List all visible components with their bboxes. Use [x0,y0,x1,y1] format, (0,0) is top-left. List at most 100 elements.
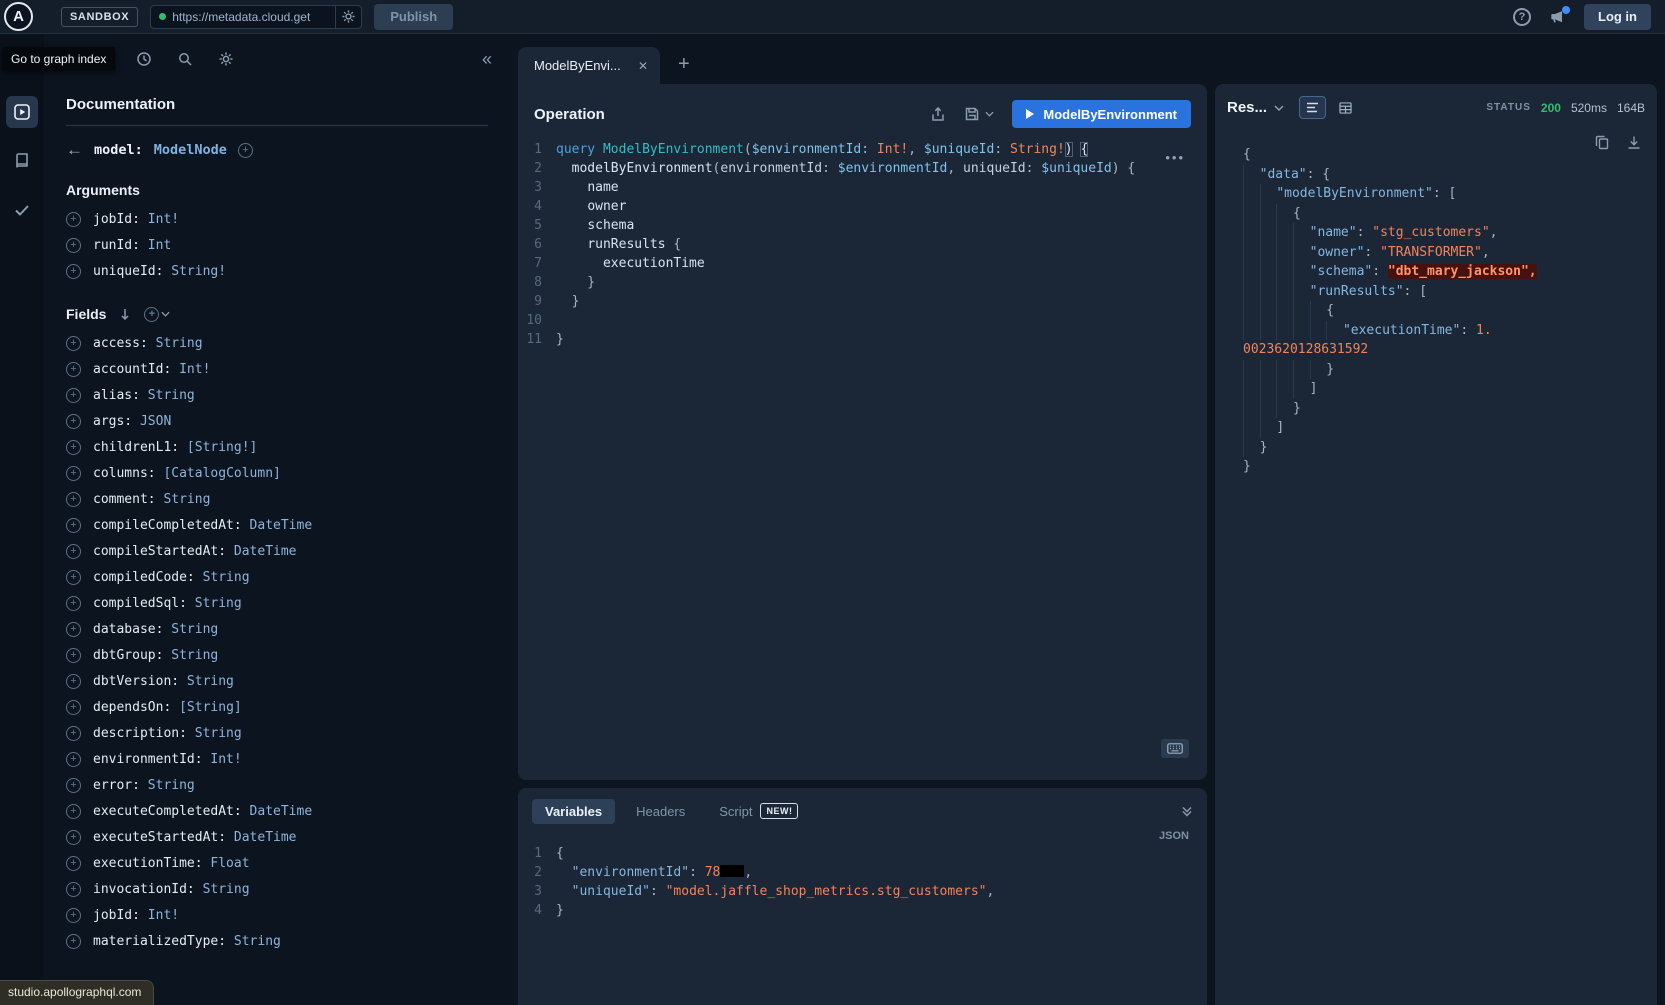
add-field-icon[interactable]: + [66,570,81,585]
field-type[interactable]: [String] [171,700,241,715]
docs-field-row[interactable]: +compiledCode: String [66,564,488,590]
add-field-icon[interactable]: + [66,336,81,351]
login-button[interactable]: Log in [1584,4,1651,30]
field-type[interactable]: String [195,570,250,585]
collapse-variables-icon[interactable] [1181,805,1193,817]
nav-checks-button[interactable] [6,194,38,226]
save-operation-button[interactable] [964,106,994,122]
add-field-icon[interactable]: + [66,934,81,949]
field-type[interactable]: [String!] [179,440,257,455]
variables-editor[interactable]: 1{2 "environmentId": 78,3 "uniqueId": "m… [518,844,1207,920]
field-type[interactable]: String [187,726,242,741]
add-field-icon[interactable]: + [66,596,81,611]
editor-menu-icon[interactable]: ••• [1165,150,1185,165]
field-type[interactable]: String [140,388,195,403]
docs-field-row[interactable]: +compileStartedAt: DateTime [66,538,488,564]
docs-field-row[interactable]: +jobId: Int! [66,206,488,232]
new-tab-icon[interactable]: + [678,54,690,74]
docs-field-row[interactable]: +executionTime: Float [66,850,488,876]
add-field-icon[interactable]: + [66,778,81,793]
add-field-icon[interactable]: + [66,362,81,377]
docs-field-row[interactable]: +materializedType: String [66,928,488,954]
add-field-icon[interactable]: + [66,856,81,871]
field-type[interactable]: String [163,648,218,663]
field-type[interactable]: String [226,934,281,949]
docs-field-row[interactable]: +uniqueId: String! [66,258,488,284]
add-field-icon[interactable]: + [66,804,81,819]
announcements-icon[interactable] [1549,9,1566,25]
docs-field-row[interactable]: +childrenL1: [String!] [66,434,488,460]
operation-editor[interactable]: 1query ModelByEnvironment($environmentId… [518,140,1207,349]
save-dropdown-chevron-icon[interactable] [985,111,994,117]
add-field-icon[interactable]: + [66,830,81,845]
tab-modelbyenvironment[interactable]: ModelByEnvi... ✕ [518,47,660,84]
field-type[interactable]: Int! [140,212,179,227]
add-field-icon[interactable]: + [66,648,81,663]
collapse-docs-icon[interactable]: « [482,50,492,68]
download-response-icon[interactable] [1627,135,1641,150]
docs-field-row[interactable]: +database: String [66,616,488,642]
add-field-icon[interactable]: + [66,518,81,533]
publish-button[interactable]: Publish [374,4,453,30]
docs-field-row[interactable]: +executeStartedAt: DateTime [66,824,488,850]
field-type[interactable]: String [163,622,218,637]
add-type-icon[interactable]: + [238,143,253,158]
add-field-icon[interactable]: + [66,238,81,253]
add-all-fields-icon[interactable]: + [144,307,170,322]
docs-field-row[interactable]: +runId: Int [66,232,488,258]
add-field-icon[interactable]: + [66,752,81,767]
docs-field-row[interactable]: +compiledSql: String [66,590,488,616]
add-field-icon[interactable]: + [66,466,81,481]
run-operation-button[interactable]: ModelByEnvironment [1012,100,1191,128]
tab-variables[interactable]: Variables [532,799,615,824]
field-type[interactable]: String [195,882,250,897]
field-type[interactable]: Int! [171,362,210,377]
docs-field-row[interactable]: +alias: String [66,382,488,408]
docs-field-row[interactable]: +invocationId: String [66,876,488,902]
endpoint-url-input[interactable] [172,10,335,24]
field-type[interactable]: String [179,674,234,689]
close-tab-icon[interactable]: ✕ [638,59,648,73]
field-type[interactable]: DateTime [226,830,296,845]
field-type[interactable]: [CatalogColumn] [156,466,281,481]
add-field-icon[interactable]: + [66,726,81,741]
docs-field-row[interactable]: +dbtGroup: String [66,642,488,668]
raw-view-button[interactable] [1299,96,1326,119]
docs-field-row[interactable]: +executeCompletedAt: DateTime [66,798,488,824]
history-clock-icon[interactable] [136,51,152,67]
add-field-icon[interactable]: + [66,674,81,689]
add-field-icon[interactable]: + [66,414,81,429]
add-field-icon[interactable]: + [66,440,81,455]
docs-field-row[interactable]: +jobId: Int! [66,902,488,928]
field-type[interactable]: String [187,596,242,611]
keyboard-shortcuts-icon[interactable] [1161,739,1189,758]
table-view-button[interactable] [1332,96,1359,119]
share-icon[interactable] [930,106,946,122]
endpoint-url-field[interactable] [150,5,362,29]
docs-field-row[interactable]: +accountId: Int! [66,356,488,382]
apollo-logo[interactable]: A [4,2,33,31]
back-arrow-icon[interactable]: ← [66,140,83,160]
field-type[interactable]: String [148,336,203,351]
field-type[interactable]: String [140,778,195,793]
docs-field-row[interactable]: +environmentId: Int! [66,746,488,772]
tab-headers[interactable]: Headers [623,799,698,824]
nav-schema-button[interactable] [6,145,38,177]
add-field-icon[interactable]: + [66,212,81,227]
add-field-icon[interactable]: + [66,622,81,637]
nav-explorer-button[interactable] [6,96,38,128]
settings-gear-icon[interactable] [218,51,234,67]
field-type[interactable]: Float [203,856,250,871]
docs-field-row[interactable]: +description: String [66,720,488,746]
docs-field-row[interactable]: +dbtVersion: String [66,668,488,694]
field-type[interactable]: DateTime [242,804,312,819]
copy-response-icon[interactable] [1595,135,1609,150]
help-icon[interactable]: ? [1513,8,1531,26]
field-type[interactable]: Int! [203,752,242,767]
field-type[interactable]: Int [140,238,171,253]
response-json[interactable]: { "data": { "modelByEnvironment": [ { "n… [1243,145,1647,477]
add-field-icon[interactable]: + [66,882,81,897]
tab-script[interactable]: Script NEW! [706,798,811,824]
docs-field-row[interactable]: +access: String [66,330,488,356]
docs-field-row[interactable]: +compileCompletedAt: DateTime [66,512,488,538]
